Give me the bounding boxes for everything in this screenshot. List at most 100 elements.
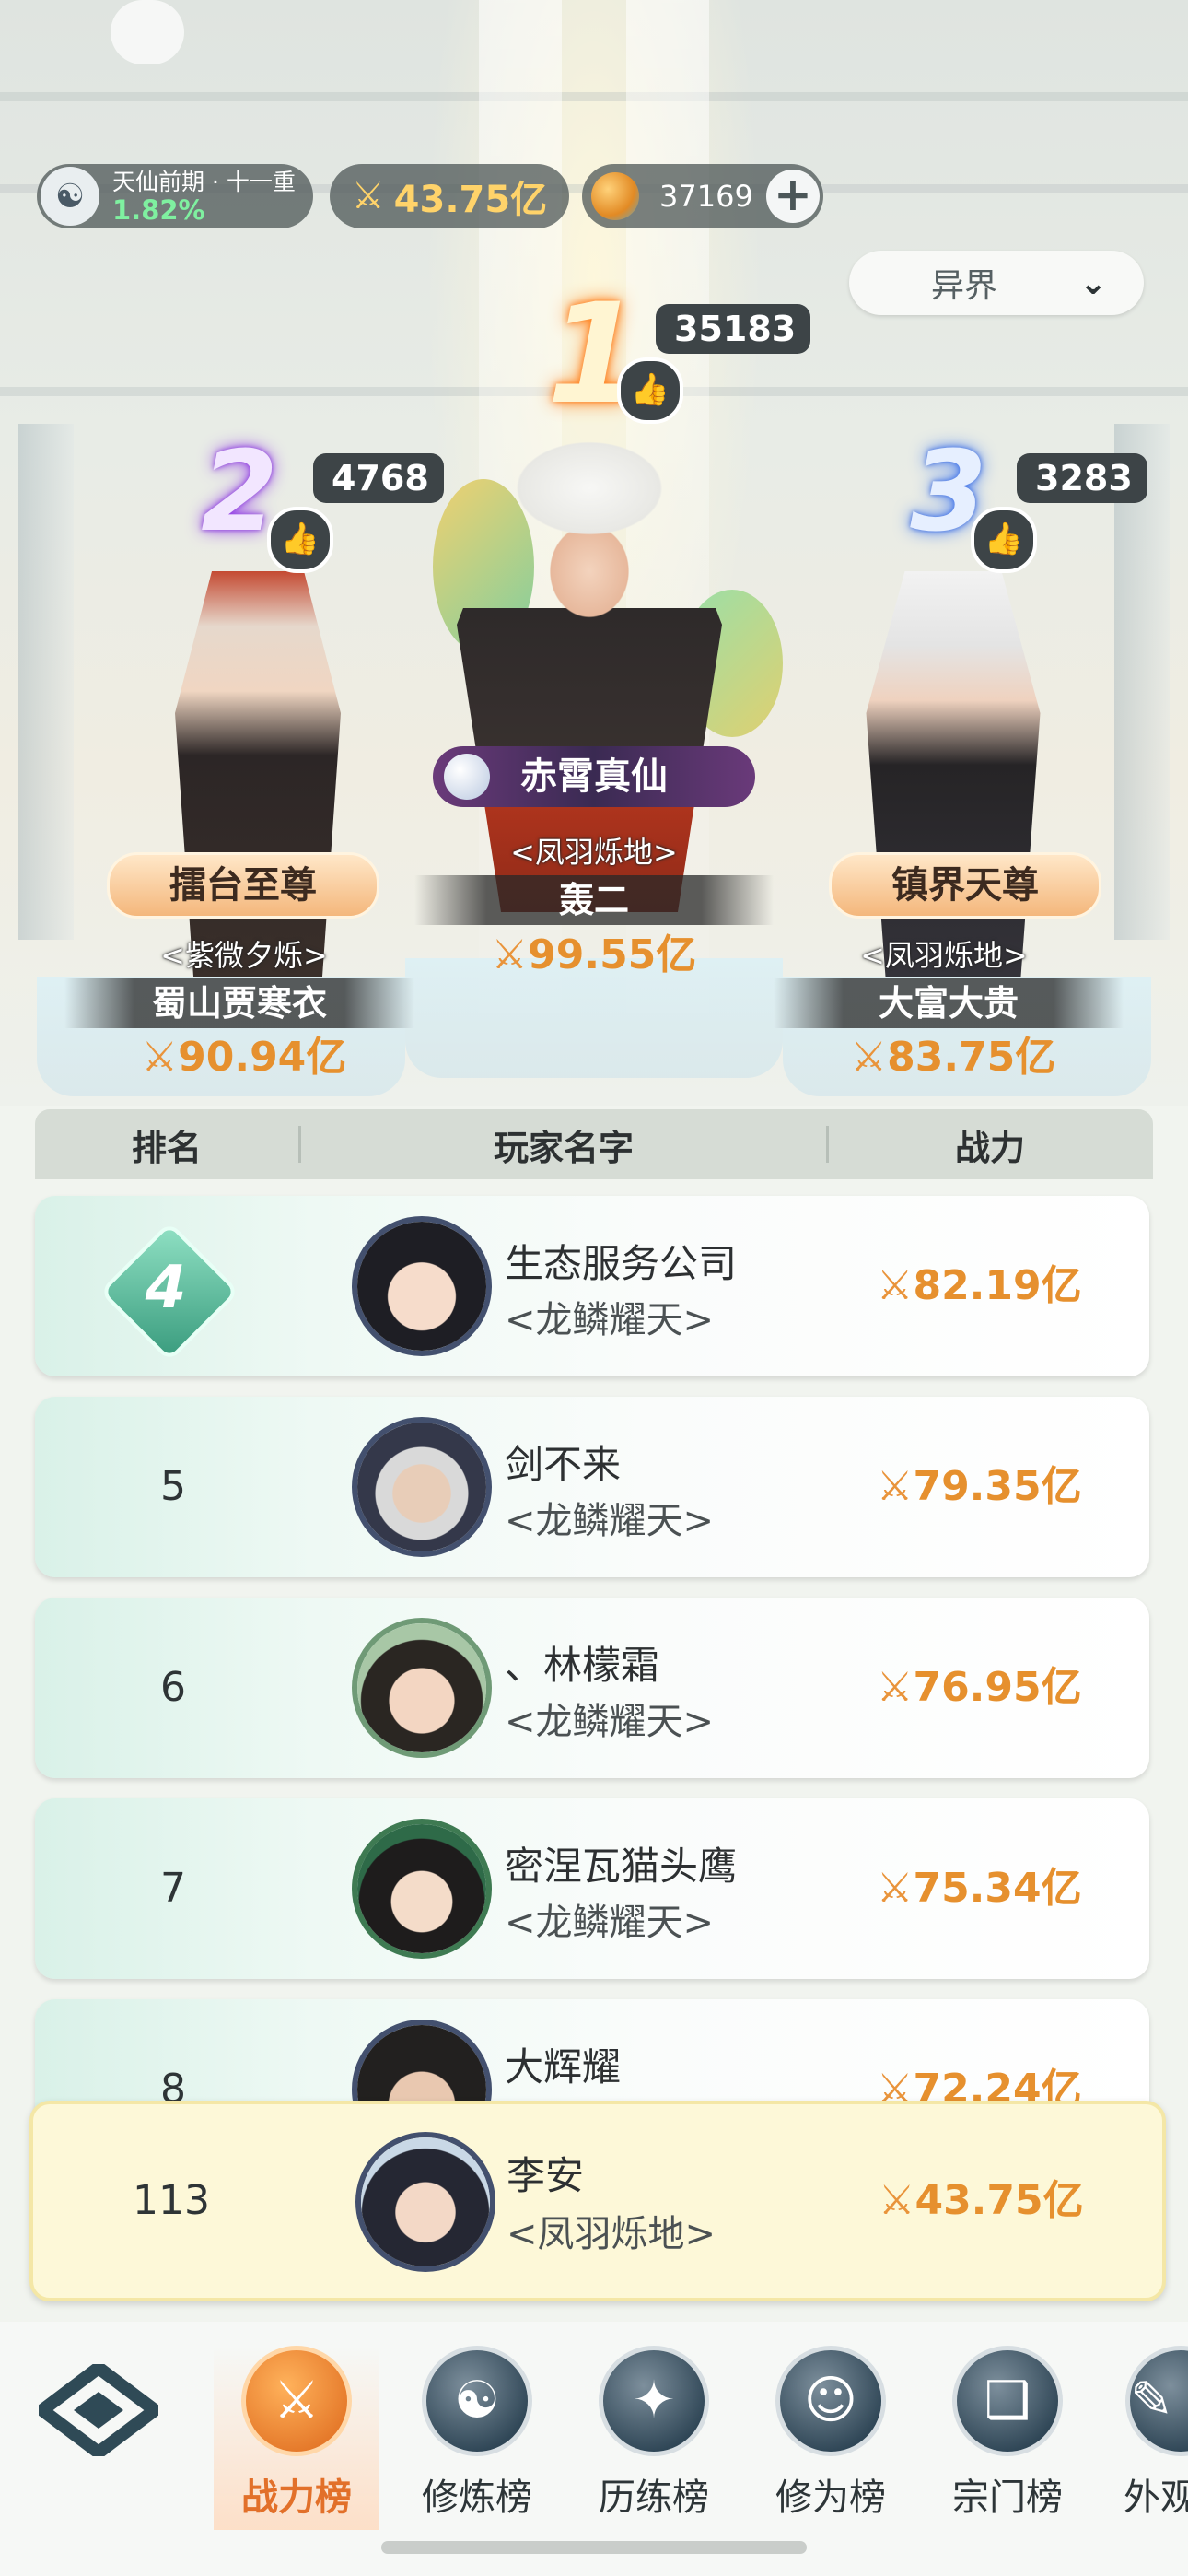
realm-progress: 1.82% xyxy=(112,194,205,226)
star-compass-icon: ✦ xyxy=(599,2346,709,2456)
my-guild: <凤羽烁地> xyxy=(507,2213,716,2255)
crossed-swords-icon: ⚔ xyxy=(241,2346,352,2456)
power-chip[interactable]: ⚔ 43.75亿 xyxy=(330,164,569,228)
tab-label: 修炼榜 xyxy=(422,2476,532,2519)
like-count: 4768 xyxy=(313,453,444,503)
currency-value: 37169 xyxy=(659,179,753,214)
header-player-name: 玩家名字 xyxy=(493,1127,634,1168)
sword-icon: ⚔ xyxy=(141,1034,179,1081)
orb-icon xyxy=(444,754,490,800)
row-power: ⚔75.34亿 xyxy=(877,1865,1082,1912)
chevron-down-icon: ⌄ xyxy=(1079,263,1108,302)
world-select-label: 异界 xyxy=(930,267,997,305)
row-rank: 6 xyxy=(160,1664,186,1711)
sage-hat-icon: ☺ xyxy=(775,2346,886,2456)
tab-label: 历练榜 xyxy=(599,2476,709,2519)
spirit-coin-icon xyxy=(591,172,639,220)
sword-icon: ⚔ xyxy=(879,2177,915,2224)
tab-label: 修为榜 xyxy=(775,2476,886,2519)
row-power: ⚔82.19亿 xyxy=(877,1262,1082,1309)
power-value: ⚔90.94亿 xyxy=(141,1034,347,1081)
power-value: ⚔83.75亿 xyxy=(850,1034,1056,1081)
power-value: ⚔99.55亿 xyxy=(491,931,697,978)
home-diamond-icon[interactable] xyxy=(39,2364,158,2456)
row-rank: 4 xyxy=(145,1254,187,1322)
row-guild: <龙鳞耀天> xyxy=(505,1902,715,1944)
ranking-table-header: 排名 玩家名字 战力 xyxy=(35,1109,1153,1179)
sword-icon: ⚔ xyxy=(877,1865,914,1912)
guild-name: <紫微夕烁> xyxy=(160,938,328,973)
outfit-icon: ✎ xyxy=(1125,2346,1188,2456)
realm-text: 天仙前期 · 十一重 xyxy=(112,169,296,195)
tab-realm-ranking[interactable]: ☺ 修为榜 xyxy=(748,2346,914,2530)
thumbs-up-icon[interactable]: 👍 xyxy=(617,357,683,424)
moon-orb xyxy=(111,0,184,64)
tab-outfit-ranking[interactable]: ✎ 外观 xyxy=(1101,2346,1188,2530)
table-row[interactable]: 5 剑不来 <龙鳞耀天> ⚔79.35亿 xyxy=(35,1397,1149,1577)
player-name[interactable]: 大富大贵 xyxy=(774,978,1124,1028)
power-value: 43.75亿 xyxy=(393,179,548,221)
table-row[interactable]: 7 密涅瓦猫头鹰 <龙鳞耀天> ⚔75.34亿 xyxy=(35,1798,1149,1979)
sword-icon: ⚔ xyxy=(877,1463,914,1510)
tab-label: 战力榜 xyxy=(241,2476,352,2519)
pillar xyxy=(18,424,74,940)
title-badge: 赤霄真仙 xyxy=(433,746,755,807)
row-rank: 7 xyxy=(160,1865,186,1912)
tab-label: 外观 xyxy=(1124,2476,1188,2519)
table-row[interactable]: 6 、林檬霜 <龙鳞耀天> ⚔76.95亿 xyxy=(35,1598,1149,1778)
tab-label: 宗门榜 xyxy=(952,2476,1063,2519)
title-badge: 镇界天尊 xyxy=(829,852,1101,919)
header-power: 战力 xyxy=(954,1127,1025,1168)
currency-chip[interactable]: 37169 + xyxy=(582,164,823,228)
guild-name: <凤羽烁地> xyxy=(860,938,1028,973)
row-power: ⚔76.95亿 xyxy=(877,1664,1082,1711)
realm-chip[interactable]: ☯ 天仙前期 · 十一重 1.82% xyxy=(37,164,313,228)
my-ranking-row[interactable]: 113 李安 <凤羽烁地> ⚔43.75亿 xyxy=(29,2101,1166,2301)
sword-icon: ⚔ xyxy=(850,1034,888,1081)
sword-icon: ⚔ xyxy=(351,175,385,217)
sword-icon: ⚔ xyxy=(877,1262,914,1309)
avatar[interactable] xyxy=(352,1618,492,1758)
scroll-book-icon: ❑ xyxy=(952,2346,1063,2456)
thumbs-up-icon[interactable]: 👍 xyxy=(267,507,333,573)
tab-sect-ranking[interactable]: ❑ 宗门榜 xyxy=(925,2346,1090,2530)
title-badge: 擂台至尊 xyxy=(107,852,379,919)
row-player-name: 生态服务公司 xyxy=(505,1241,738,1286)
like-count: 35183 xyxy=(656,304,811,354)
my-player-name: 李安 xyxy=(507,2153,585,2198)
row-power: ⚔79.35亿 xyxy=(877,1463,1082,1510)
tab-power-ranking[interactable]: ⚔ 战力榜 xyxy=(214,2346,379,2530)
tab-cultivation-ranking[interactable]: ☯ 修炼榜 xyxy=(394,2346,560,2530)
sword-icon: ⚔ xyxy=(877,1664,914,1711)
header-rank: 排名 xyxy=(131,1127,202,1168)
row-player-name: 大辉耀 xyxy=(505,2044,622,2090)
sword-icon: ⚔ xyxy=(491,931,529,978)
row-rank: 5 xyxy=(160,1463,186,1510)
title-text: 赤霄真仙 xyxy=(520,755,668,798)
row-player-name: 、林檬霜 xyxy=(505,1643,660,1688)
player-name[interactable]: 轰二 xyxy=(414,875,774,925)
my-rank: 113 xyxy=(133,2177,210,2224)
avatar[interactable] xyxy=(352,1819,492,1959)
plus-icon[interactable]: + xyxy=(766,170,820,223)
like-count: 3283 xyxy=(1017,453,1147,503)
roof-beam xyxy=(0,92,1188,101)
row-guild: <龙鳞耀天> xyxy=(505,1500,715,1542)
player-name[interactable]: 蜀山贾寒衣 xyxy=(64,978,414,1028)
player-avatar-icon: ☯ xyxy=(41,167,99,226)
home-indicator xyxy=(381,2541,807,2554)
avatar[interactable] xyxy=(352,1216,492,1356)
tab-trial-ranking[interactable]: ✦ 历练榜 xyxy=(571,2346,737,2530)
row-player-name: 密涅瓦猫头鹰 xyxy=(505,1844,738,1889)
table-row[interactable]: 4 生态服务公司 <龙鳞耀天> ⚔82.19亿 xyxy=(35,1196,1149,1376)
thumbs-up-icon[interactable]: 👍 xyxy=(971,507,1037,573)
yin-yang-icon: ☯ xyxy=(422,2346,532,2456)
row-guild: <龙鳞耀天> xyxy=(505,1701,715,1743)
avatar[interactable] xyxy=(355,2132,495,2272)
row-guild: <龙鳞耀天> xyxy=(505,1299,715,1341)
my-power: ⚔43.75亿 xyxy=(879,2177,1084,2224)
avatar[interactable] xyxy=(352,1417,492,1557)
guild-name: <凤羽烁地> xyxy=(510,835,678,870)
row-player-name: 剑不来 xyxy=(505,1442,622,1487)
world-select[interactable]: 异界 ⌄ xyxy=(849,251,1144,315)
